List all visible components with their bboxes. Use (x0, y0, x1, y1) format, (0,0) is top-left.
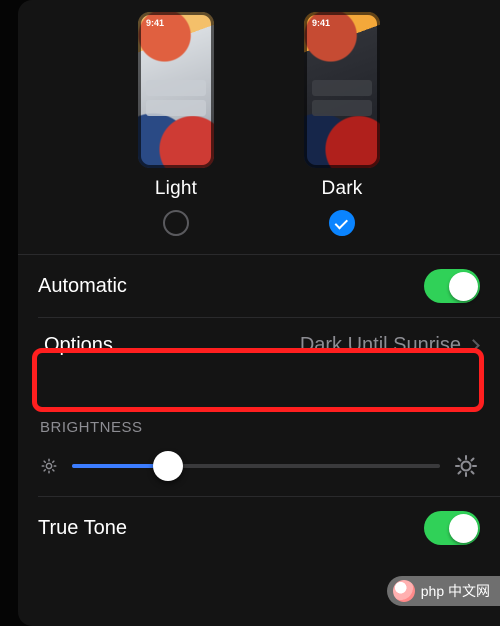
appearance-selector: 9:41 Light 9:41 Dark (18, 12, 500, 254)
automatic-toggle[interactable] (424, 269, 480, 303)
watermark: php 中文网 (387, 576, 500, 606)
true-tone-toggle[interactable] (424, 511, 480, 545)
appearance-label-dark: Dark (322, 178, 363, 200)
brightness-slider-thumb[interactable] (153, 451, 183, 481)
appearance-label-light: Light (155, 178, 197, 200)
appearance-option-dark[interactable]: 9:41 Dark (304, 12, 380, 236)
brightness-section-header: BRIGHTNESS (18, 373, 500, 444)
sun-large-icon (454, 454, 478, 478)
appearance-option-light[interactable]: 9:41 Light (138, 12, 214, 236)
radio-dark[interactable] (329, 210, 355, 236)
preview-time: 9:41 (312, 18, 330, 28)
brightness-slider[interactable] (72, 464, 440, 468)
phone-preview-dark: 9:41 (304, 12, 380, 168)
phone-preview-light: 9:41 (138, 12, 214, 168)
true-tone-label: True Tone (38, 517, 127, 540)
true-tone-row: True Tone (18, 497, 500, 559)
automatic-row: Automatic (18, 255, 500, 317)
sun-small-icon (40, 457, 58, 475)
radio-light[interactable] (163, 210, 189, 236)
chevron-right-icon (467, 339, 480, 352)
schedule-label: Options (44, 334, 113, 357)
automatic-label: Automatic (38, 275, 127, 298)
preview-time: 9:41 (146, 18, 164, 28)
schedule-value: Dark Until Sunrise (300, 334, 461, 357)
schedule-options-row[interactable]: Options Dark Until Sunrise (18, 318, 500, 373)
brightness-slider-row (18, 444, 500, 496)
watermark-text: php 中文网 (421, 581, 490, 601)
settings-panel: 9:41 Light 9:41 Dark Automatic Options D… (18, 0, 500, 626)
